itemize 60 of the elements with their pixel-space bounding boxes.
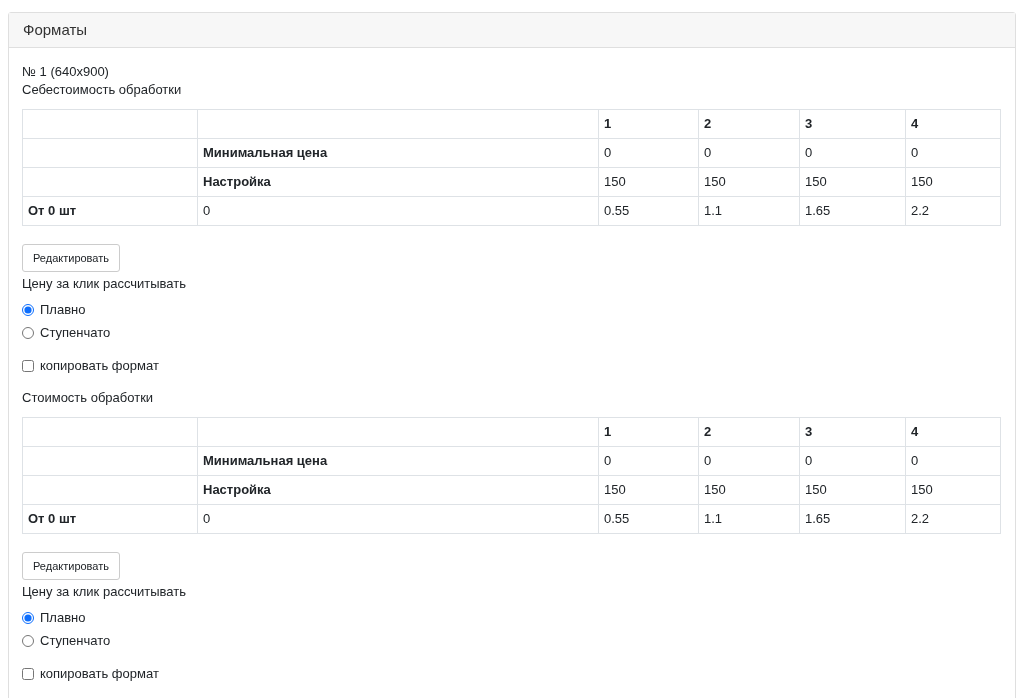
checkbox-label: копировать формат bbox=[40, 665, 159, 684]
table-cell: От 0 шт bbox=[22, 196, 198, 226]
table-cell: 0 bbox=[598, 138, 699, 168]
table-cell: 0 bbox=[197, 196, 599, 226]
table-cell: 150 bbox=[698, 475, 800, 505]
table-cell: 1.1 bbox=[698, 196, 800, 226]
table-cell: 0 bbox=[799, 446, 906, 476]
table-cell: 150 bbox=[905, 475, 1001, 505]
table-cell: 0 bbox=[698, 138, 800, 168]
table-cell: 150 bbox=[598, 167, 699, 197]
format-label: № 1 (640x900) bbox=[22, 63, 109, 81]
table-cell: 0 bbox=[799, 138, 906, 168]
table-cell: 0.55 bbox=[598, 196, 699, 226]
table-cell: 0 bbox=[598, 446, 699, 476]
radio-button[interactable] bbox=[22, 612, 34, 624]
table-cell: 2 bbox=[698, 109, 800, 139]
radio-button[interactable] bbox=[22, 327, 34, 339]
table-cell: 150 bbox=[799, 475, 906, 505]
table-cell: 0 bbox=[698, 446, 800, 476]
table-cell: 3 bbox=[799, 417, 906, 447]
table-cell: 1.1 bbox=[698, 504, 800, 534]
radio-group-label: Цену за клик рассчитывать bbox=[22, 583, 186, 601]
card-title: Форматы bbox=[23, 19, 88, 40]
table-cell: 0 bbox=[905, 138, 1001, 168]
table-cell: 0.55 bbox=[598, 504, 699, 534]
checkbox-label: копировать формат bbox=[40, 357, 159, 376]
radio-button[interactable] bbox=[22, 635, 34, 647]
table-cell: 1 bbox=[598, 109, 699, 139]
table-cell: 3 bbox=[799, 109, 906, 139]
table-cell: 150 bbox=[799, 167, 906, 197]
table-cell: 1.65 bbox=[799, 504, 906, 534]
table-cell: 2.2 bbox=[905, 504, 1001, 534]
edit-button[interactable]: Редактировать bbox=[22, 244, 120, 272]
checkbox[interactable] bbox=[22, 668, 34, 680]
table-cell: 0 bbox=[197, 504, 599, 534]
table-cell: 2.2 bbox=[905, 196, 1001, 226]
table-cell: Настройка bbox=[197, 475, 599, 505]
table-cell: 150 bbox=[698, 167, 800, 197]
radio-label: Плавно bbox=[40, 301, 86, 320]
radio-label: Плавно bbox=[40, 609, 86, 628]
section-title: Себестоимость обработки bbox=[22, 81, 182, 99]
table-cell: Минимальная цена bbox=[197, 446, 599, 476]
table-cell: 2 bbox=[698, 417, 800, 447]
table-cell: 4 bbox=[905, 417, 1001, 447]
table-cell: 1 bbox=[598, 417, 699, 447]
table-cell: Настройка bbox=[197, 167, 599, 197]
table-cell: 150 bbox=[598, 475, 699, 505]
radio-label: Ступенчато bbox=[40, 632, 111, 651]
table-cell: 1.65 bbox=[799, 196, 906, 226]
radio-label: Ступенчато bbox=[40, 324, 111, 343]
section-title: Стоимость обработки bbox=[22, 389, 154, 407]
checkbox[interactable] bbox=[22, 360, 34, 372]
table-cell: Минимальная цена bbox=[197, 138, 599, 168]
radio-button[interactable] bbox=[22, 304, 34, 316]
table-cell: От 0 шт bbox=[22, 504, 198, 534]
radio-group-label: Цену за клик рассчитывать bbox=[22, 275, 186, 293]
table-cell: 0 bbox=[905, 446, 1001, 476]
edit-button[interactable]: Редактировать bbox=[22, 552, 120, 580]
table-cell: 150 bbox=[905, 167, 1001, 197]
table-cell: 4 bbox=[905, 109, 1001, 139]
